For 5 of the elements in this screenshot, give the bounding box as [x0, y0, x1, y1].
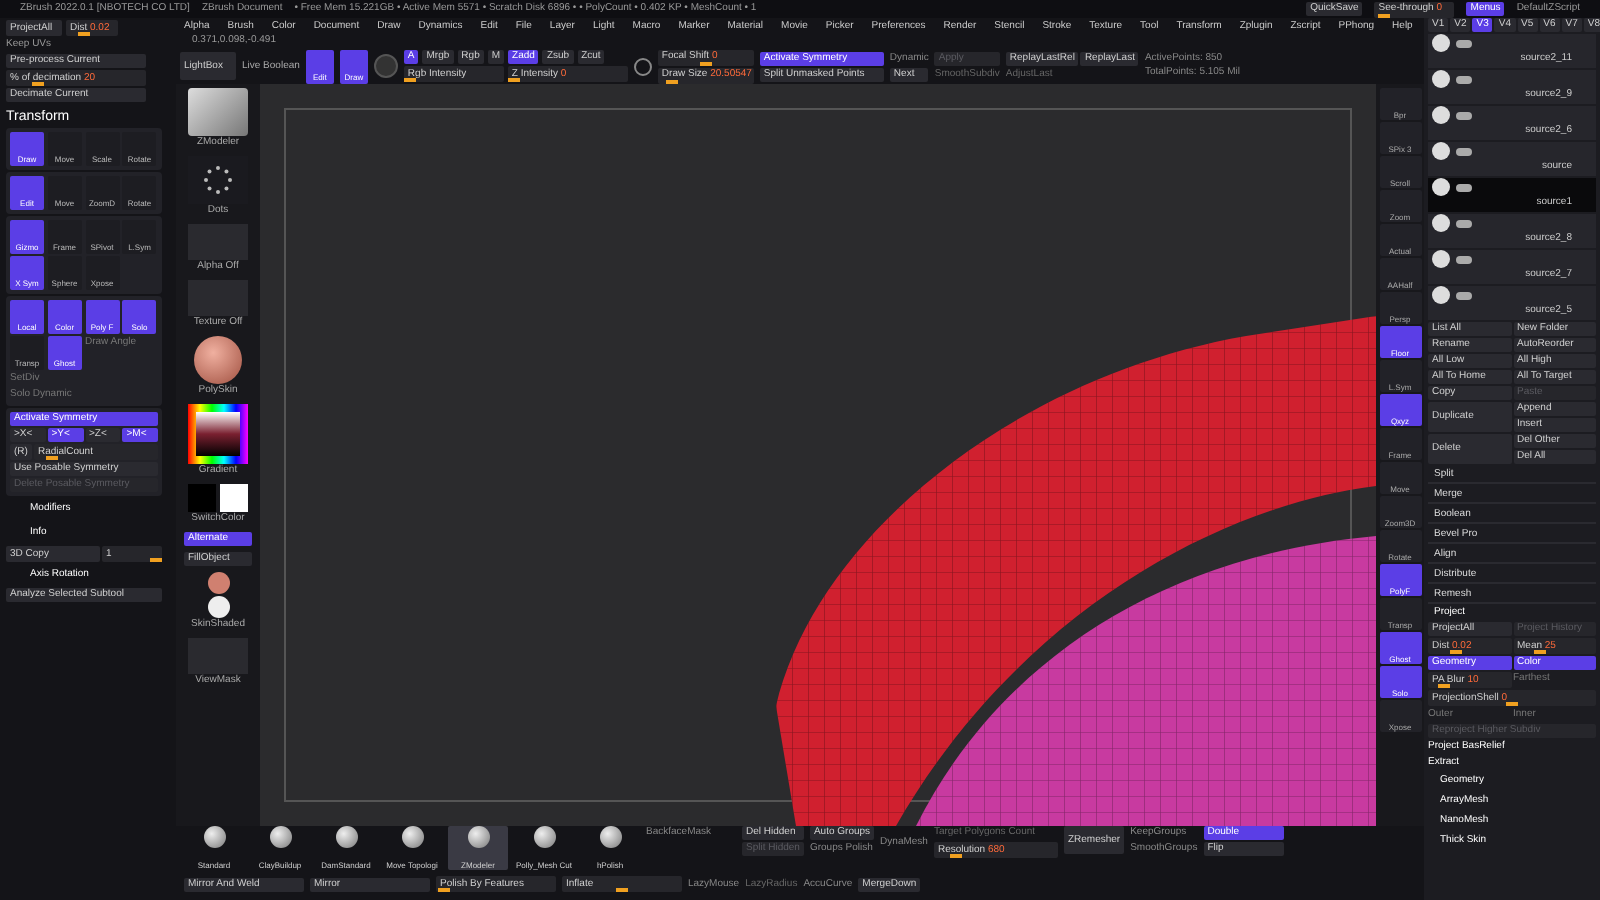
color-swatch[interactable]: [188, 484, 216, 512]
color-picker[interactable]: [188, 404, 248, 464]
cube-thumbnail[interactable]: [188, 88, 248, 136]
color-swatch[interactable]: [220, 484, 248, 512]
dots-icon: [202, 164, 234, 196]
